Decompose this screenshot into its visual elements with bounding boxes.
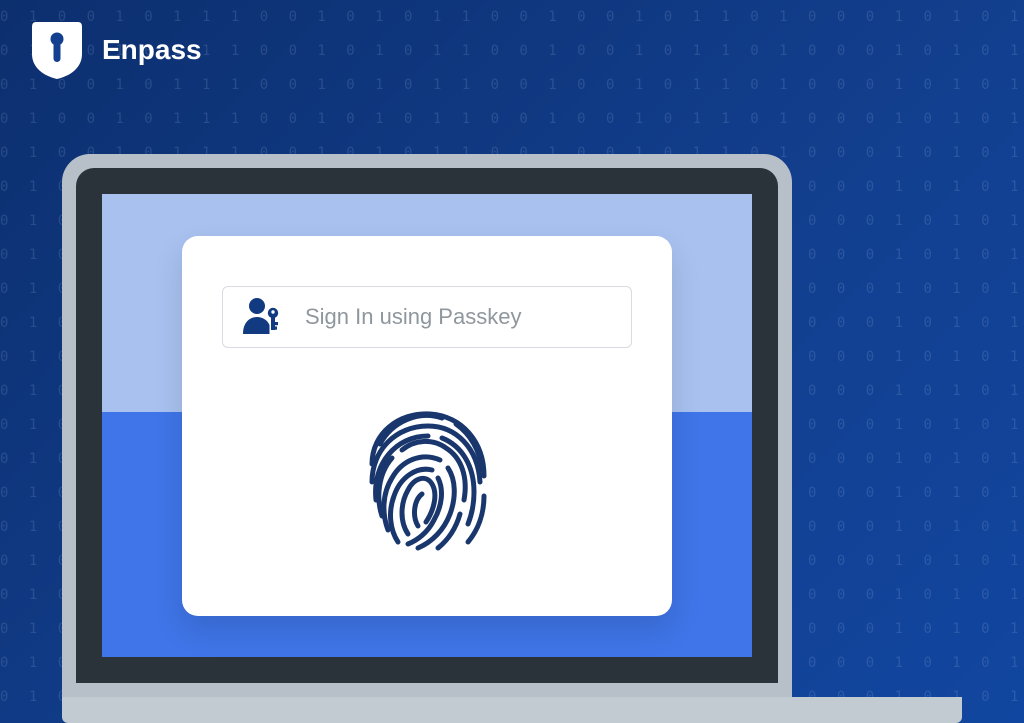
fingerprint-icon [352, 404, 502, 569]
laptop: Sign In using Passkey [62, 154, 962, 723]
stage: 0 1 0 0 1 0 1 1 1 0 0 1 0 1 0 1 1 0 0 1 … [0, 0, 1024, 723]
signin-label: Sign In using Passkey [305, 304, 521, 330]
brand: Enpass [30, 20, 202, 80]
signin-card: Sign In using Passkey [182, 236, 672, 616]
laptop-bezel: Sign In using Passkey [76, 168, 778, 683]
brand-name: Enpass [102, 34, 202, 66]
laptop-base [62, 697, 962, 723]
laptop-lid: Sign In using Passkey [62, 154, 792, 697]
user-passkey-icon [243, 296, 283, 339]
enpass-logo-icon [30, 20, 84, 80]
signin-button[interactable]: Sign In using Passkey [222, 286, 632, 348]
laptop-screen: Sign In using Passkey [102, 194, 752, 657]
